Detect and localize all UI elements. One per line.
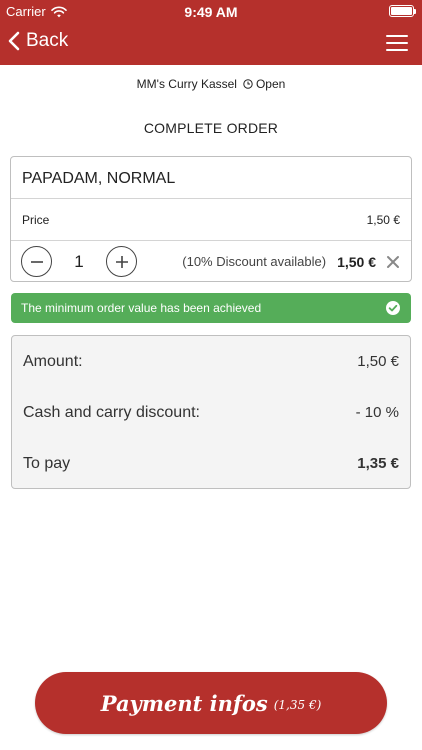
summary-row-discount: Cash and carry discount: - 10 % <box>12 387 410 438</box>
payment-button-amount: (1,35 €) <box>273 698 322 712</box>
plus-icon <box>115 255 128 268</box>
summary-row-amount: Amount: 1,50 € <box>12 336 410 387</box>
summary-label: Cash and carry discount: <box>23 403 200 421</box>
price-row: Price 1,50 € <box>11 199 411 241</box>
order-summary: Amount: 1,50 € Cash and carry discount: … <box>11 335 411 489</box>
increase-quantity-button[interactable] <box>106 246 137 277</box>
price-label: Price <box>22 212 50 227</box>
summary-value: - 10 % <box>355 404 399 421</box>
clock: 9:49 AM <box>184 4 238 20</box>
order-item-card: PAPADAM, NORMAL Price 1,50 € 1 (10% Disc… <box>10 156 412 282</box>
restaurant-name: MM's Curry Kassel <box>136 77 237 91</box>
navigation-bar: Back <box>0 22 422 65</box>
open-status: Open <box>243 77 285 91</box>
page-title: COMPLETE ORDER <box>143 120 279 136</box>
remove-item-button[interactable] <box>385 254 401 270</box>
payment-info-button[interactable]: Payment infos (1,35 €) <box>35 672 387 734</box>
back-button[interactable]: Back <box>8 30 68 52</box>
status-bar: Carrier 9:49 AM <box>0 0 422 22</box>
close-icon <box>387 255 399 268</box>
minimum-order-banner: The minimum order value has been achieve… <box>11 293 411 323</box>
minus-icon <box>30 260 43 263</box>
back-label: Back <box>26 30 69 51</box>
price-value: 1,50 € <box>366 212 400 227</box>
quantity-value: 1 <box>74 251 84 271</box>
summary-value: 1,50 € <box>357 353 399 370</box>
decrease-quantity-button[interactable] <box>21 246 52 277</box>
restaurant-header: MM's Curry Kassel Open <box>0 77 422 91</box>
payment-button-label: Payment infos <box>100 690 268 716</box>
line-total: 1,50 € <box>337 253 376 270</box>
open-status-label: Open <box>255 77 286 91</box>
summary-row-total: To pay 1,35 € <box>12 438 410 489</box>
item-name: PAPADAM, NORMAL <box>11 157 411 199</box>
discount-note: (10% Discount available) <box>182 254 327 269</box>
chevron-left-icon <box>8 31 20 51</box>
check-circle-icon <box>386 301 400 315</box>
summary-label: Amount: <box>23 352 83 370</box>
summary-value: 1,35 € <box>357 455 399 472</box>
summary-label: To pay <box>23 454 71 472</box>
banner-text: The minimum order value has been achieve… <box>21 301 262 315</box>
hamburger-menu-icon[interactable] <box>386 34 408 52</box>
battery-icon <box>389 5 416 17</box>
clock-icon <box>243 79 253 89</box>
quantity-row: 1 (10% Discount available) 1,50 € <box>11 241 411 282</box>
